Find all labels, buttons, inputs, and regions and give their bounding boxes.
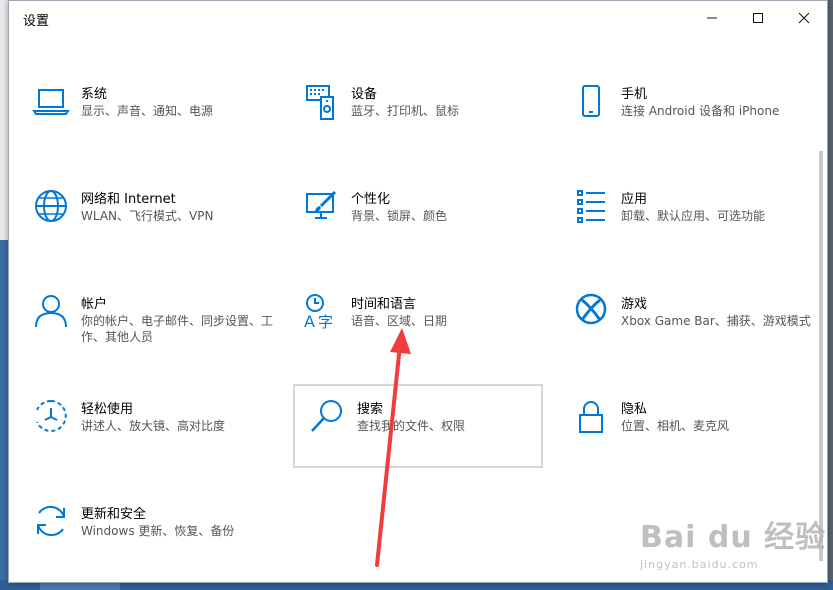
watermark-brand: Bai du 经验 [640, 520, 827, 555]
watermark-url: jingyan.baidu.com [640, 558, 759, 571]
baidu-watermark: Bai du 经验 jingyan.baidu.com [640, 512, 826, 571]
annotation-arrow-icon [375, 328, 411, 567]
